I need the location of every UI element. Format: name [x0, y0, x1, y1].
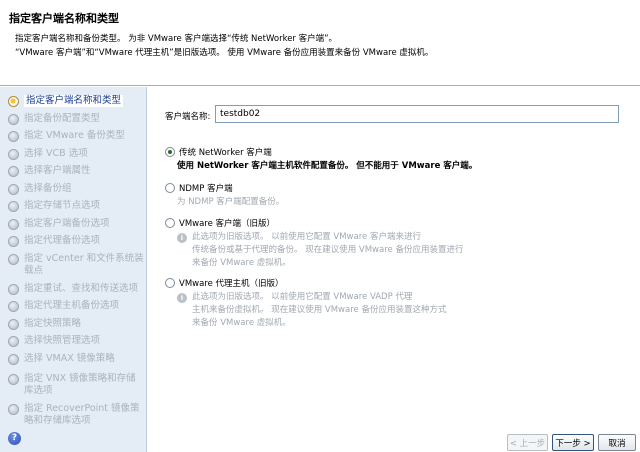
step-icon — [8, 149, 19, 160]
step-label: 选择 VCB 选项 — [24, 148, 88, 159]
step-label: 指定客户端备份选项 — [24, 218, 110, 229]
step-label: 指定 vCenter 和文件系统装载点 — [24, 253, 144, 276]
option-vmware-client[interactable]: VMware 客户端（旧版） — [165, 217, 275, 229]
step-icon — [8, 404, 19, 415]
info-line: 来备份 VMware 虚拟机。 — [192, 318, 291, 328]
step-icon — [8, 374, 19, 385]
radio-vmware-client[interactable] — [165, 218, 175, 228]
step-label: 指定客户端名称和类型 — [24, 95, 124, 107]
wizard-content: 客户端名称: 传统 NetWorker 客户端 使用 NetWorker 客户端… — [148, 87, 640, 452]
step-icon — [8, 201, 19, 212]
step-label: 选择 VMAX 镜像策略 — [24, 353, 115, 364]
info-line: 传统备份或基于代理的备份。 现在建议使用 VMware 备份应用装置进行 — [192, 245, 464, 255]
step-icon — [8, 254, 19, 265]
info-icon: i — [177, 233, 187, 243]
step-proxy-host-options: 指定代理主机备份选项 — [8, 300, 144, 312]
info-icon: i — [177, 293, 187, 303]
step-label: 指定 VNX 镜像策略和存储库选项 — [24, 373, 136, 396]
step-label: 指定 RecoverPoint 镜像策略和存储库选项 — [24, 403, 140, 426]
step-icon — [8, 219, 19, 230]
step-icon — [8, 114, 19, 125]
option-vmware-proxy-host[interactable]: VMware 代理主机（旧版） — [165, 277, 284, 289]
previous-button[interactable]: < 上一步 — [507, 434, 548, 451]
step-snapshot-policy: 指定快照策略 — [8, 318, 144, 330]
wizard-header: 指定客户端名称和类型 指定客户端名称和备份类型。 为非 VMware 客户端选择… — [0, 0, 640, 86]
step-vcb-options: 选择 VCB 选项 — [8, 148, 144, 160]
step-icon — [8, 236, 19, 247]
step-vmware-backup-type: 指定 VMware 备份类型 — [8, 130, 144, 142]
description-line-1: 指定客户端名称和备份类型。 为非 VMware 客户端选择“传统 NetWork… — [15, 34, 338, 44]
wizard-title: 指定客户端名称和类型 — [9, 12, 119, 25]
step-icon — [8, 336, 19, 347]
step-label: 选择快照管理选项 — [24, 335, 101, 346]
step-backup-config-type: 指定备份配置类型 — [8, 113, 144, 125]
step-proxy-backup-options: 指定代理备份选项 — [8, 235, 144, 247]
info-line: 主机来备份虚拟机。 现在建议使用 VMware 备份应用装置这种方式 — [192, 305, 447, 315]
option-vmware-proxy-info: i 此选项为旧版选项。 以前使用它配置 VMware VADP 代理 主机来备份… — [177, 291, 446, 330]
radio-traditional-client[interactable] — [165, 147, 175, 157]
step-label: 选择备份组 — [24, 183, 72, 194]
next-button[interactable]: 下一步 > — [552, 434, 594, 451]
step-icon — [8, 284, 19, 295]
option-label: VMware 客户端（旧版） — [179, 219, 276, 229]
step-client-name-type[interactable]: 指定客户端名称和类型 — [8, 95, 144, 107]
option-traditional-client[interactable]: 传统 NetWorker 客户端 — [165, 146, 272, 158]
option-ndmp-desc: 为 NDMP 客户端配置备份。 — [177, 197, 285, 207]
step-label: 指定快照策略 — [24, 318, 82, 329]
radio-ndmp-client[interactable] — [165, 183, 175, 193]
step-backup-group: 选择备份组 — [8, 183, 144, 195]
step-retry-probe-options: 指定重试、查找和传送选项 — [8, 283, 144, 295]
step-label: 指定 VMware 备份类型 — [24, 130, 125, 141]
client-name-label: 客户端名称: — [165, 112, 211, 122]
step-icon — [8, 131, 19, 142]
info-line: 此选项为旧版选项。 以前使用它配置 VMware VADP 代理 — [192, 292, 413, 302]
step-label: 指定备份配置类型 — [24, 113, 101, 124]
option-traditional-desc: 使用 NetWorker 客户端主机软件配置备份。 但不能用于 VMware 客… — [177, 161, 478, 171]
step-label: 指定代理主机备份选项 — [24, 300, 120, 311]
info-text: 此选项为旧版选项。 以前使用它配置 VMware VADP 代理 主机来备份虚拟… — [192, 291, 446, 330]
step-client-properties: 选择客户端属性 — [8, 165, 144, 177]
step-label: 指定重试、查找和传送选项 — [24, 283, 139, 294]
step-icon — [8, 301, 19, 312]
step-icon — [8, 354, 19, 365]
radio-vmware-proxy-host[interactable] — [165, 278, 175, 288]
step-icon — [8, 319, 19, 330]
info-line: 来备份 VMware 虚拟机。 — [192, 258, 291, 268]
option-ndmp-client[interactable]: NDMP 客户端 — [165, 182, 233, 194]
step-label: 选择客户端属性 — [24, 165, 91, 176]
step-active-icon — [8, 96, 19, 107]
step-label: 指定存储节点选项 — [24, 200, 101, 211]
step-snapshot-management: 选择快照管理选项 — [8, 335, 144, 347]
option-label: VMware 代理主机（旧版） — [179, 279, 284, 289]
info-text: 此选项为旧版选项。 以前使用它配置 VMware 客户端来进行 传统备份或基于代… — [192, 231, 463, 270]
step-icon — [8, 184, 19, 195]
cancel-button[interactable]: 取消 — [598, 434, 636, 451]
option-label: NDMP 客户端 — [179, 184, 233, 194]
step-client-backup-options: 指定客户端备份选项 — [8, 218, 144, 230]
wizard-description: 指定客户端名称和备份类型。 为非 VMware 客户端选择“传统 NetWork… — [15, 32, 433, 60]
step-vnx-mirror-policy: 指定 VNX 镜像策略和存储库选项 — [8, 373, 144, 397]
client-name-input[interactable] — [215, 105, 619, 123]
step-vmax-mirror-policy: 选择 VMAX 镜像策略 — [8, 353, 144, 365]
info-line: 此选项为旧版选项。 以前使用它配置 VMware 客户端来进行 — [192, 232, 421, 242]
wizard-steps-sidebar: 指定客户端名称和类型 指定备份配置类型 指定 VMware 备份类型 选择 VC… — [0, 87, 147, 452]
option-vmware-client-info: i 此选项为旧版选项。 以前使用它配置 VMware 客户端来进行 传统备份或基… — [177, 231, 463, 270]
description-line-2: “VMware 客户端”和“VMware 代理主机”是旧版选项。 使用 VMwa… — [15, 48, 434, 58]
step-storage-node: 指定存储节点选项 — [8, 200, 144, 212]
step-recoverpoint-mirror-policy: 指定 RecoverPoint 镜像策略和存储库选项 — [8, 403, 144, 427]
step-vcenter-mount-points: 指定 vCenter 和文件系统装载点 — [8, 253, 144, 277]
option-label: 传统 NetWorker 客户端 — [179, 148, 272, 158]
step-icon — [8, 166, 19, 177]
help-icon[interactable]: ? — [8, 432, 21, 445]
step-label: 指定代理备份选项 — [24, 235, 101, 246]
